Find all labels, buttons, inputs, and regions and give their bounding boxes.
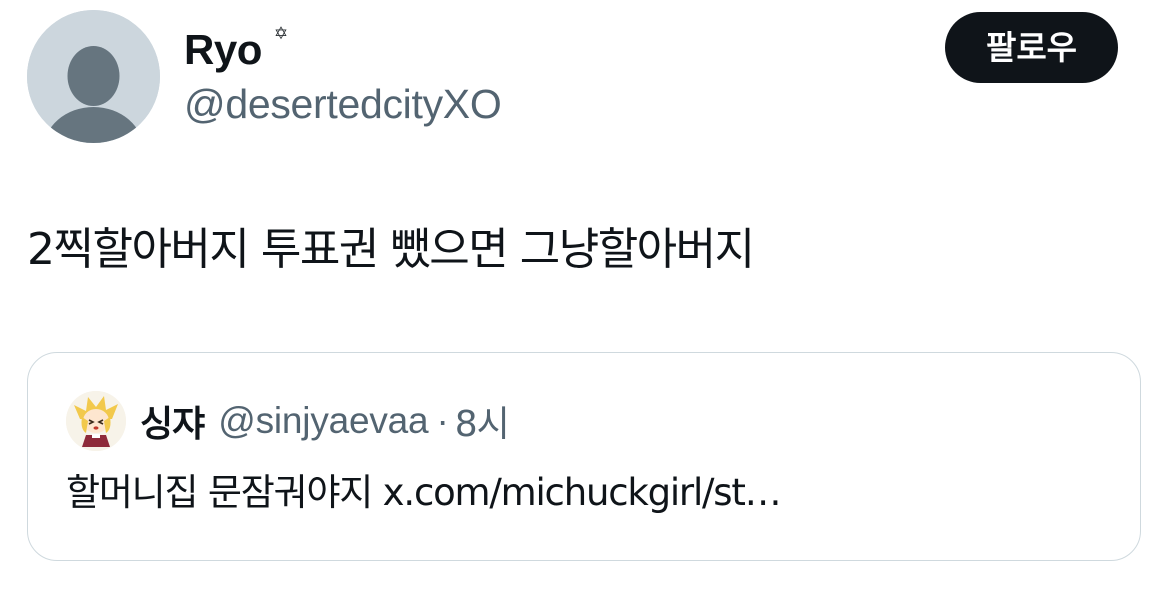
default-profile-icon xyxy=(27,10,160,143)
follow-button[interactable]: 팔로우 xyxy=(945,12,1118,83)
quoted-tweet-card[interactable]: 싱쟈 @sinjyaevaa · 8시 할머니집 문잠궈야지 x.com/mic… xyxy=(27,352,1141,561)
dot-separator: · xyxy=(436,400,449,441)
anime-character-avatar-icon xyxy=(66,391,126,451)
quoted-tweet-text: 할머니집 문잠궈야지 x.com/michuckgirl/st… xyxy=(66,471,782,514)
author-handle[interactable]: @desertedcityXO xyxy=(184,78,502,130)
author-avatar[interactable] xyxy=(27,10,160,143)
quoted-author-handle[interactable]: @sinjyaevaa xyxy=(218,400,428,442)
quoted-author-avatar[interactable] xyxy=(66,391,126,451)
quoted-tweet-header: 싱쟈 @sinjyaevaa · 8시 xyxy=(140,393,510,449)
author-name-row: Ryo ✡ xyxy=(184,22,288,78)
author-display-name[interactable]: Ryo xyxy=(184,22,262,78)
quoted-author-name[interactable]: 싱쟈 xyxy=(140,395,205,447)
quoted-tweet-time[interactable]: 8시 xyxy=(455,395,510,447)
tweet-text: 2찍할아버지 투표권 뺐으면 그냥할아버지 xyxy=(27,224,755,275)
star-of-david-icon: ✡ xyxy=(273,24,289,44)
